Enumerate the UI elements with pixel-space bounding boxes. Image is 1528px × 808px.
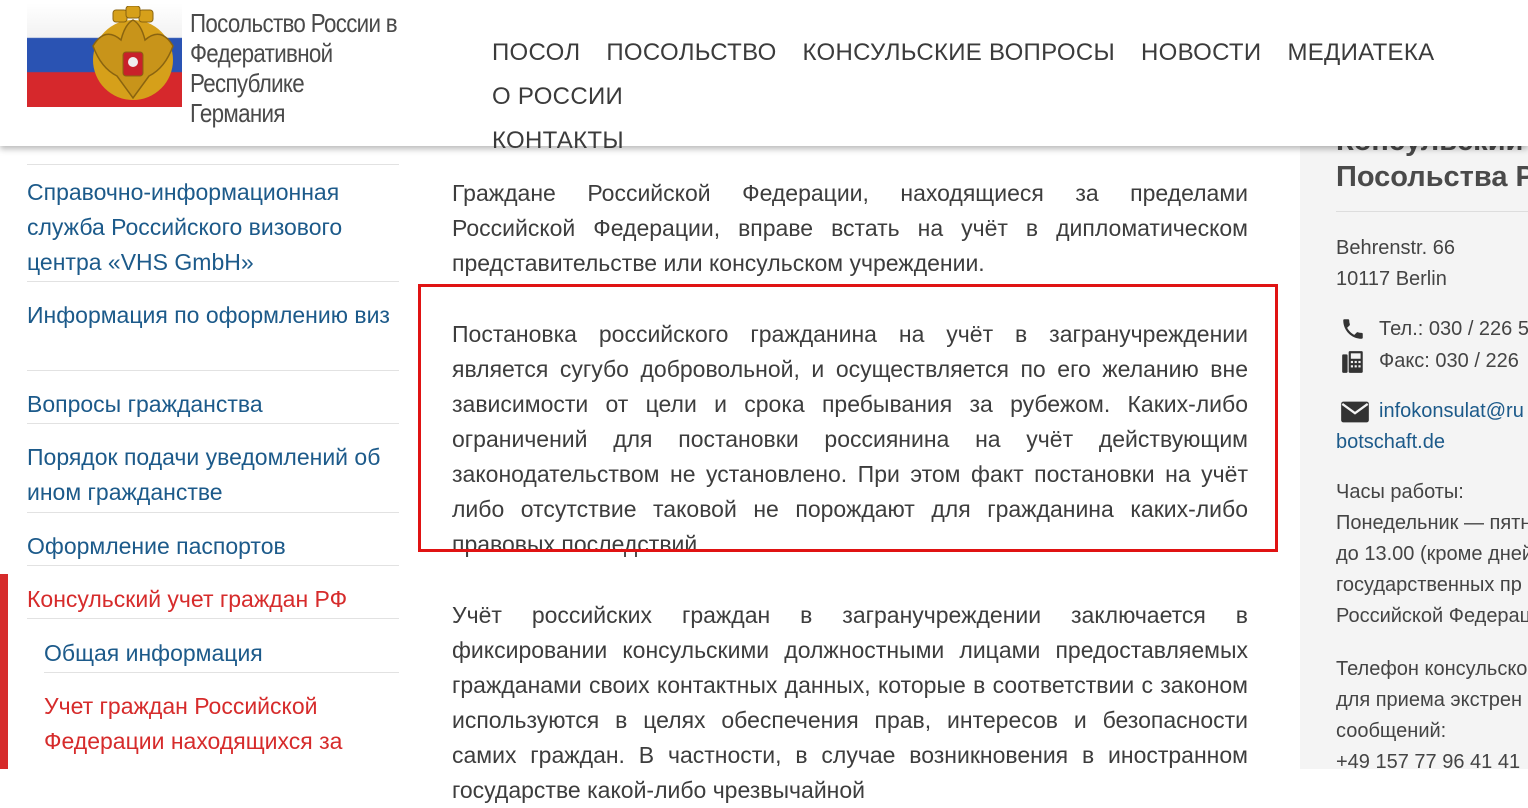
main-navigation: ПОСОЛ ПОСОЛЬСТВО КОНСУЛЬСКИЕ ВОПРОСЫ НОВОСТ…	[492, 31, 1522, 163]
site-title-line2: Федеративной Республике	[190, 38, 333, 98]
site-title-line3: Германия	[190, 98, 285, 128]
sidebar-item-consular-registration[interactable]: Консульский учет граждан РФ	[27, 582, 399, 619]
site-title[interactable]: Посольство России в Федеративной Республ…	[190, 8, 427, 128]
emergency-phone[interactable]: +49 157 77 96 41 41	[1336, 747, 1520, 778]
emergency-line2: для приема экстрен	[1336, 689, 1523, 711]
highlight-box	[418, 284, 1278, 552]
hours-line1: Понедельник — пятн	[1336, 512, 1528, 534]
hours-line2: до 13.00 (кроме дней	[1336, 543, 1528, 565]
sidebar-divider	[27, 164, 399, 165]
sidebar-item-vhs[interactable]: Справочно-информационная служба Российск…	[27, 175, 399, 282]
nav-about-russia[interactable]: О РОССИИ	[492, 75, 623, 119]
fax-icon	[1342, 351, 1363, 373]
hours-line4: Российской Федерац	[1336, 605, 1528, 627]
email-icon	[1341, 401, 1369, 423]
email-link-continued[interactable]: botschaft.de	[1336, 427, 1445, 458]
nav-ambassador[interactable]: ПОСОЛ	[492, 31, 580, 75]
hours-label: Часы работы:	[1336, 481, 1464, 503]
contact-divider	[1336, 211, 1528, 212]
nav-contacts[interactable]: КОНТАКТЫ	[492, 119, 624, 163]
emergency-line1: Телефон консульско	[1336, 658, 1528, 680]
sidebar-item-visa[interactable]: Информация по оформлению виз	[27, 298, 399, 371]
contact-title-line2: Посольства РФ	[1336, 161, 1528, 193]
paragraph-registration: Учёт российских граждан в загранучрежден…	[452, 602, 1248, 803]
paragraph-intro: Граждане Российской Федерации, находящие…	[452, 180, 1248, 276]
sidebar-subitem-general-info[interactable]: Общая информация	[44, 636, 399, 673]
address-street: Behrenstr. 66	[1336, 237, 1455, 259]
site-header: Посольство России в Федеративной Республ…	[0, 0, 1528, 154]
active-section-indicator	[0, 574, 8, 680]
phone-icon	[1343, 319, 1363, 339]
phone-number[interactable]: Тел.: 030 / 226 5	[1379, 314, 1528, 345]
coat-of-arms-icon	[92, 6, 174, 100]
sidebar-item-other-citizenship[interactable]: Порядок подачи уведомлений об ином гражд…	[27, 440, 399, 513]
fax-number: Факс: 030 / 226	[1379, 350, 1519, 372]
email-link[interactable]: infokonsulat@ru	[1379, 396, 1524, 427]
nav-embassy[interactable]: ПОСОЛЬСТВО	[606, 31, 776, 75]
active-subsection-indicator	[0, 680, 8, 769]
nav-media[interactable]: МЕДИАТЕКА	[1287, 31, 1434, 75]
site-title-line1: Посольство России в	[190, 8, 398, 38]
nav-consular[interactable]: КОНСУЛЬСКИЕ ВОПРОСЫ	[803, 31, 1115, 75]
sidebar-item-passports[interactable]: Оформление паспортов	[27, 529, 399, 566]
sidebar-item-citizenship[interactable]: Вопросы гражданства	[27, 387, 399, 424]
address-city: 10117 Berlin	[1336, 268, 1447, 290]
nav-news[interactable]: НОВОСТИ	[1141, 31, 1261, 75]
sidebar-subitem-registration-abroad[interactable]: Учет граждан Российской Федерации находя…	[44, 689, 399, 769]
hours-line3: государственных пр	[1336, 574, 1522, 596]
emergency-line3: сообщений:	[1336, 720, 1447, 742]
